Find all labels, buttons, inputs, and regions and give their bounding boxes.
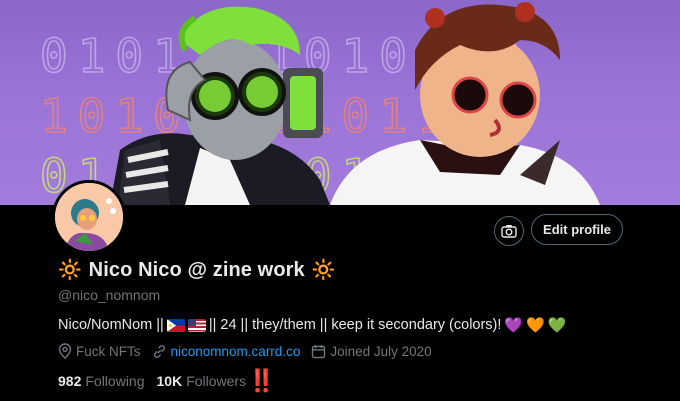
display-name-row: 🔆 Nico Nico @ zine work 🔆: [58, 259, 335, 282]
double-exclamation-emoji: ‼️: [248, 368, 276, 393]
philippines-flag-icon: [166, 318, 185, 332]
sun-emoji-right: 🔆: [311, 260, 336, 281]
followers-count[interactable]: 10K: [157, 373, 183, 389]
bio-text-mid: || 24 || they/them || keep it secondary …: [208, 317, 502, 333]
location-item: Fuck NFTs: [58, 343, 141, 359]
follow-stats: 982 Following 10K Followers ‼️: [58, 370, 276, 392]
bio-text-start: Nico/NomNom ||: [58, 317, 164, 333]
purple-heart-emoji: 💜: [504, 316, 524, 334]
calendar-icon: [312, 344, 326, 358]
followers-label[interactable]: Followers: [186, 373, 246, 389]
user-handle: @nico_nomnom: [58, 287, 161, 303]
website-link[interactable]: niconomnom.carrd.co: [171, 344, 301, 359]
camera-icon: [501, 225, 517, 238]
display-name: Nico Nico @ zine work: [88, 259, 305, 281]
link-icon: [153, 344, 165, 358]
sun-emoji-left: 🔆: [58, 260, 82, 281]
profile-banner[interactable]: 0101101010110 1010010101101 010110101001…: [0, 0, 680, 205]
orange-heart-emoji: 🧡: [526, 316, 545, 334]
following-count[interactable]: 982: [58, 373, 81, 389]
camera-button[interactable]: [494, 216, 524, 246]
website-item[interactable]: niconomnom.carrd.co: [152, 344, 301, 359]
avatar-image: [55, 183, 123, 251]
avatar[interactable]: [52, 180, 126, 254]
profile-meta-row: Fuck NFTs niconomnom.carrd.co Joined Jul…: [58, 343, 443, 359]
banner-illustration: 0101101010110 1010010101101 010110101001…: [39, 2, 600, 205]
bio: Nico/NomNom || || 24 || they/them || kee…: [58, 317, 566, 333]
location-pin-icon: [58, 343, 72, 359]
joined-item: Joined July 2020: [311, 343, 432, 359]
joined-date: Joined July 2020: [330, 343, 432, 359]
location-text: Fuck NFTs: [76, 343, 141, 359]
green-heart-emoji: 💚: [547, 316, 567, 334]
following-label[interactable]: Following: [85, 373, 144, 389]
usa-flag-icon: [187, 318, 206, 332]
edit-profile-button[interactable]: Edit profile: [531, 214, 623, 245]
